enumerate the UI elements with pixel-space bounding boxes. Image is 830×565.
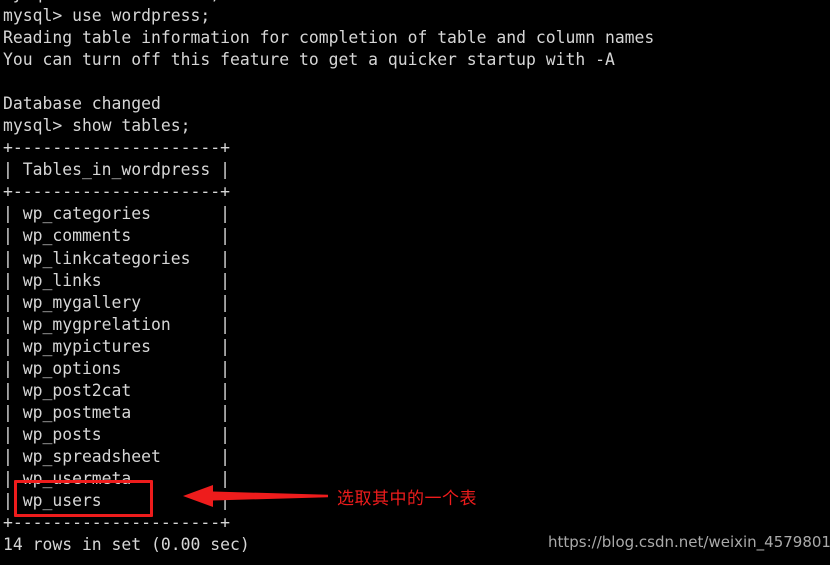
table-row: | wp_categories | — [3, 204, 230, 224]
table-row: | wp_mygallery | — [3, 292, 230, 312]
terminal-line-reading-info: Reading table information for completion… — [3, 28, 655, 48]
table-row: | wp_mygprelation | — [3, 314, 230, 334]
table-row: | wp_comments | — [3, 226, 230, 246]
table-row: | wp_posts | — [3, 424, 230, 444]
terminal-line-show-tables: mysql> show tables; — [3, 116, 191, 136]
table-row: | wp_options | — [3, 358, 230, 378]
table-border-header: +---------------------+ — [3, 182, 230, 202]
terminal-line-turn-off-hint: You can turn off this feature to get a q… — [3, 50, 615, 70]
terminal-window[interactable]: mysql> show databases;mysql> use wordpre… — [0, 0, 830, 565]
table-border-bottom: +---------------------+ — [3, 513, 230, 533]
terminal-line-use-database: mysql> use wordpress; — [3, 6, 211, 25]
terminal-output[interactable]: mysql> show databases;mysql> use wordpre… — [0, 0, 830, 556]
watermark-url: https://blog.csdn.net/weixin_45798017 — [548, 533, 830, 551]
table-row: | wp_links | — [3, 270, 230, 290]
table-row: | wp_post2cat | — [3, 380, 230, 400]
terminal-line-database-changed: Database changed — [3, 94, 161, 114]
terminal-line-scrolled-off: mysql> show databases; — [3, 0, 830, 5]
table-border-top: +---------------------+ — [3, 138, 230, 158]
table-column-header: | Tables_in_wordpress | — [3, 160, 230, 180]
table-row: | wp_spreadsheet | — [3, 446, 230, 466]
table-row: | wp_usermeta | — [3, 468, 230, 488]
table-row: | wp_mypictures | — [3, 336, 230, 356]
annotation-caption: 选取其中的一个表 — [337, 489, 477, 509]
table-row: | wp_linkcategories | — [3, 248, 230, 268]
table-row: | wp_postmeta | — [3, 402, 230, 422]
